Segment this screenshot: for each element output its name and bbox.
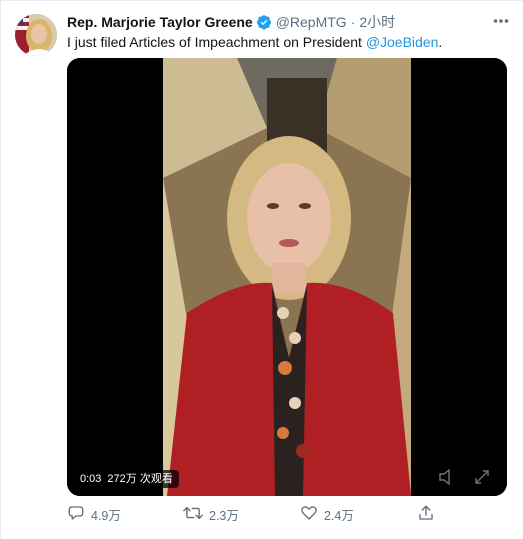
share-button[interactable]: [417, 504, 435, 525]
video-time-badge: 0:03 272万 次观看: [74, 470, 179, 488]
reply-icon: [67, 504, 85, 525]
video-elapsed: 0:03: [80, 473, 102, 485]
tweet-text-end: .: [438, 34, 443, 50]
heart-icon: [300, 504, 318, 525]
retweet-count: 2.3万: [209, 509, 239, 523]
tweet-text-body: I just filed Articles of Impeachment on …: [67, 34, 366, 50]
more-options-icon[interactable]: [489, 11, 513, 31]
author-handle[interactable]: @RepMTG: [276, 14, 347, 30]
fullscreen-icon[interactable]: [471, 467, 493, 487]
video-player[interactable]: 0:03 272万 次观看: [67, 58, 507, 496]
share-icon: [417, 504, 435, 525]
tweet-timestamp[interactable]: 2小时: [359, 12, 395, 32]
header-separator: ·: [350, 14, 356, 30]
volume-icon[interactable]: [437, 467, 459, 487]
video-views: 272万 次观看: [107, 473, 173, 485]
action-bar: 4.9万 2.3万 2.4万: [67, 504, 507, 526]
reply-button[interactable]: 4.9万: [67, 504, 121, 525]
author-name[interactable]: Rep. Marjorie Taylor Greene: [67, 14, 253, 30]
mention-link[interactable]: @JoeBiden: [366, 34, 439, 50]
tweet-card: Rep. Marjorie Taylor Greene @RepMTG · 2小…: [0, 0, 523, 539]
retweet-button[interactable]: 2.3万: [183, 504, 239, 525]
tweet-text: I just filed Articles of Impeachment on …: [67, 34, 442, 50]
like-count: 2.4万: [324, 509, 354, 523]
verified-badge-icon: [256, 14, 272, 30]
video-frame: [67, 58, 507, 496]
reply-count: 4.9万: [91, 509, 121, 523]
tweet-header: Rep. Marjorie Taylor Greene @RepMTG · 2小…: [67, 12, 513, 32]
retweet-icon: [183, 504, 203, 525]
like-button[interactable]: 2.4万: [300, 504, 354, 525]
avatar[interactable]: [15, 14, 57, 56]
